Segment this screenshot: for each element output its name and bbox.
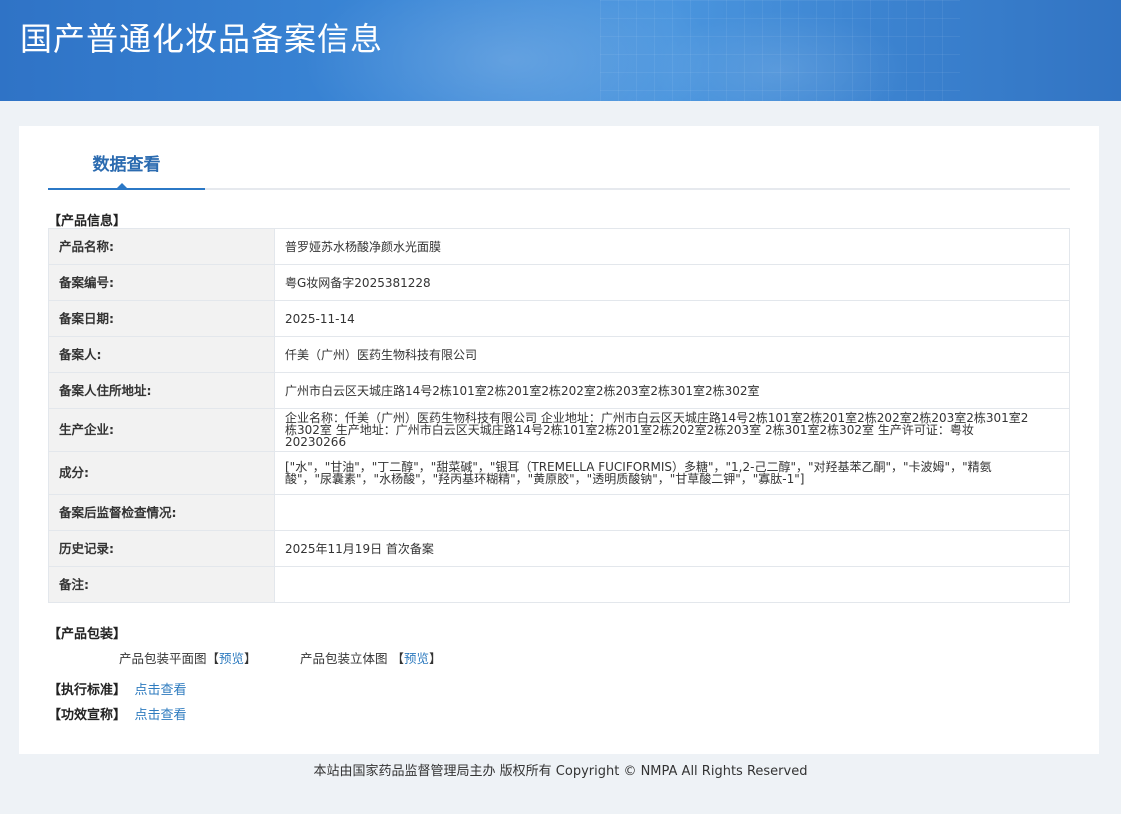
table-row: 备案人住所地址: 广州市白云区天城庄路14号2栋101室2栋201室2栋202室… [48,372,1070,409]
row-label: 备注: [48,566,275,603]
table-row: 产品名称: 普罗娅苏水杨酸净颜水光面膜 [48,228,1070,265]
table-row: 备案后监督检查情况: [48,494,1070,531]
bracket: 【 [391,651,405,666]
row-label: 生产企业: [48,408,275,452]
section-packaging: 【产品包装】 [48,627,127,642]
table-row: 备案日期: 2025-11-14 [48,300,1070,337]
bracket: 】 [244,651,257,666]
row-value [274,494,1070,531]
efficacy-view-link[interactable]: 点击查看 [135,708,187,723]
table-row: 备案编号: 粤G妆网备字2025381228 [48,264,1070,301]
packaging-flat: 产品包装平面图【预览】 [119,648,257,667]
bracket: 】 [429,651,442,666]
footer-copyright: 本站由国家药品监督管理局主办 版权所有 Copyright © NMPA All… [313,764,808,779]
row-label: 成分: [48,451,275,495]
row-label: 备案人住所地址: [48,372,275,409]
row-value: 普罗娅苏水杨酸净颜水光面膜 [274,228,1070,265]
tab-data-view[interactable]: 数据查看 [48,126,205,190]
table-row: 历史记录: 2025年11月19日 首次备案 [48,530,1070,567]
section-efficacy: 【功效宣称】 点击查看 [48,704,187,723]
row-label: 备案人: [48,336,275,373]
tab-bar: 数据查看 [48,126,1070,190]
row-label: 历史记录: [48,530,275,567]
row-value: 企业名称：仟美（广州）医药生物科技有限公司 企业地址：广州市白云区天城庄路14号… [274,408,1070,452]
standard-view-link[interactable]: 点击查看 [135,683,187,698]
packaging-flat-label: 产品包装平面图 [119,651,207,666]
table-row: 生产企业: 企业名称：仟美（广州）医药生物科技有限公司 企业地址：广州市白云区天… [48,408,1070,452]
table-row: 成分: ["水"，"甘油"，"丁二醇"，"甜菜碱"，"银耳（TREMELLA F… [48,451,1070,495]
row-label: 产品名称: [48,228,275,265]
product-info-table: 产品名称: 普罗娅苏水杨酸净颜水光面膜 备案编号: 粤G妆网备字20253812… [48,228,1070,603]
row-value: 2025-11-14 [274,300,1070,337]
section-efficacy-label: 【功效宣称】 [48,708,127,723]
row-label: 备案编号: [48,264,275,301]
page-title: 国产普通化妆品备案信息 [20,20,384,58]
row-label: 备案后监督检查情况: [48,494,275,531]
row-value: 广州市白云区天城庄路14号2栋101室2栋201室2栋202室2栋203室2栋3… [274,372,1070,409]
section-standard-label: 【执行标准】 [48,683,127,698]
tab-indicator-caret [116,183,128,189]
table-row: 备案人: 仟美（广州）医药生物科技有限公司 [48,336,1070,373]
row-value: 粤G妆网备字2025381228 [274,264,1070,301]
packaging-solid: 产品包装立体图 【预览】 [300,648,442,667]
footer: 本站由国家药品监督管理局主办 版权所有 Copyright © NMPA All… [0,760,1121,779]
tab-data-view-label: 数据查看 [92,155,161,175]
header-decoration [600,0,960,101]
packaging-solid-preview-link[interactable]: 预览 [404,651,429,666]
table-row: 备注: [48,566,1070,603]
row-value: 2025年11月19日 首次备案 [274,530,1070,567]
section-product-info: 【产品信息】 [48,214,127,229]
row-value: 仟美（广州）医药生物科技有限公司 [274,336,1070,373]
row-label: 备案日期: [48,300,275,337]
page-header: 国产普通化妆品备案信息 [0,0,1121,101]
row-value [274,566,1070,603]
bracket: 【 [206,651,220,666]
packaging-solid-label: 产品包装立体图 [300,651,388,666]
content-card: 数据查看 【产品信息】 产品名称: 普罗娅苏水杨酸净颜水光面膜 备案编号: 粤G… [19,126,1099,754]
section-standard: 【执行标准】 点击查看 [48,679,187,698]
packaging-flat-preview-link[interactable]: 预览 [219,651,244,666]
row-value: ["水"，"甘油"，"丁二醇"，"甜菜碱"，"银耳（TREMELLA FUCIF… [274,451,1070,495]
